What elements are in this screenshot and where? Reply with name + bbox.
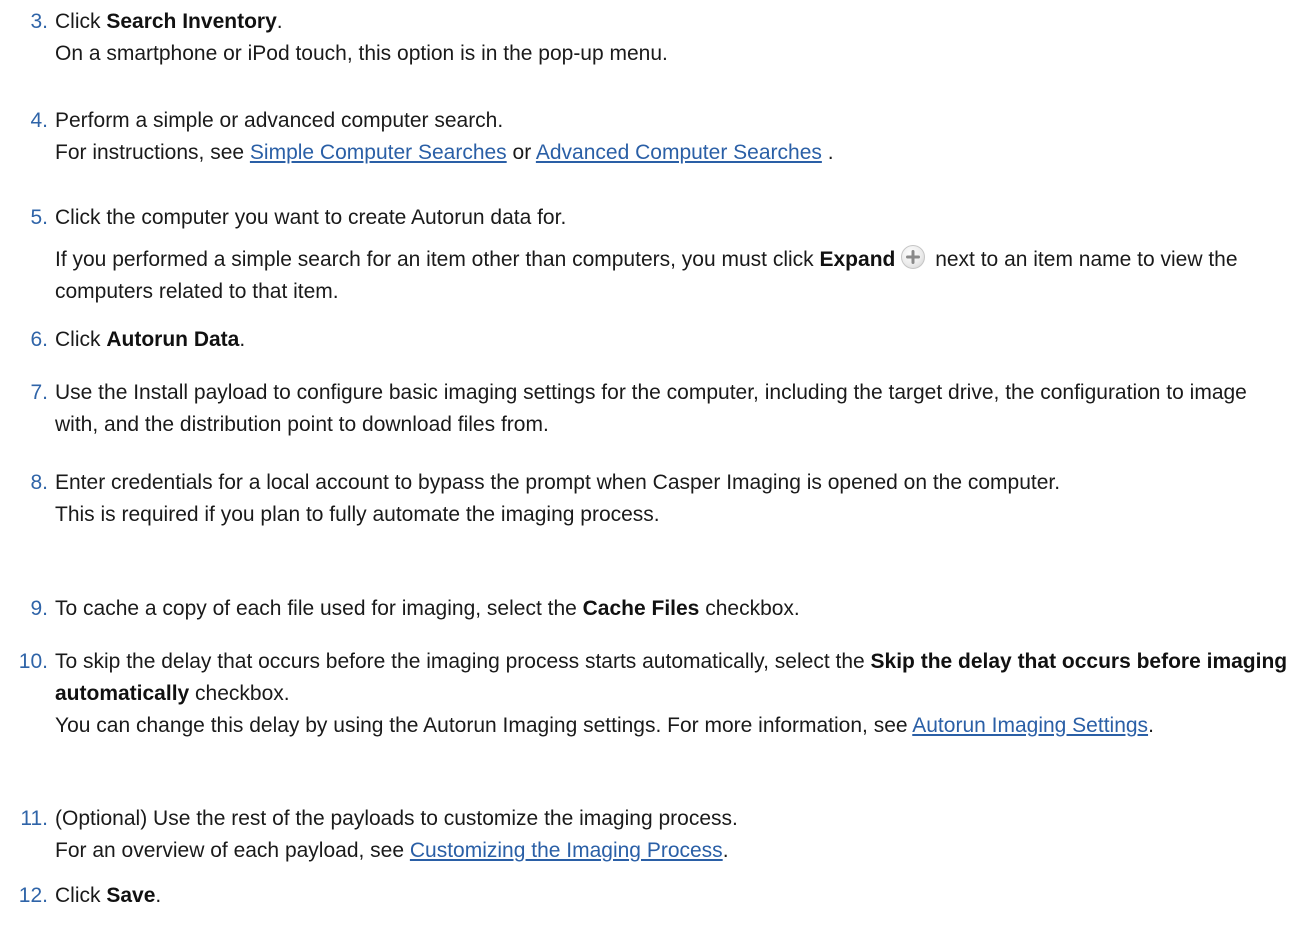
ui-term-search-inventory: Search Inventory (106, 10, 277, 33)
step-number: 9. (30, 597, 48, 620)
step-body: Click the computer you want to create Au… (55, 202, 1295, 308)
step-instruction: Click the computer you want to create Au… (55, 206, 567, 229)
step-10: 10. To skip the delay that occurs before… (0, 646, 1304, 742)
step-body: Perform a simple or advanced computer se… (55, 105, 1295, 169)
step-5: 5. Click the computer you want to create… (0, 202, 1304, 308)
step-instruction: Click Search Inventory. (55, 10, 283, 33)
link-autorun-imaging-settings[interactable]: Autorun Imaging Settings (912, 714, 1148, 737)
step-instruction: Enter credentials for a local account to… (55, 471, 1061, 494)
step-body: Enter credentials for a local account to… (55, 467, 1295, 531)
step-instruction: Click Save. (55, 884, 162, 907)
step-note: You can change this delay by using the A… (55, 714, 1154, 737)
step-9: 9. To cache a copy of each file used for… (0, 593, 1304, 625)
step-body: To skip the delay that occurs before the… (55, 646, 1295, 742)
link-advanced-computer-searches[interactable]: Advanced Computer Searches (536, 141, 822, 164)
step-instruction: To cache a copy of each file used for im… (55, 597, 800, 620)
step-number: 5. (30, 206, 48, 229)
step-instruction: To skip the delay that occurs before the… (55, 650, 1288, 705)
step-note: If you performed a simple search for an … (55, 244, 1295, 308)
ui-term-save: Save (106, 884, 156, 907)
step-instruction: Click Autorun Data. (55, 328, 246, 351)
step-note: For an overview of each payload, see Cus… (55, 839, 729, 862)
step-instruction: (Optional) Use the rest of the payloads … (55, 807, 738, 830)
step-number: 10. (18, 650, 48, 673)
step-number: 8. (30, 471, 48, 494)
step-12: 12. Click Save. (0, 880, 1304, 912)
step-body: Click Search Inventory. On a smartphone … (55, 6, 1295, 70)
step-note: This is required if you plan to fully au… (55, 503, 660, 526)
ui-term-cache-files: Cache Files (582, 597, 700, 620)
step-4: 4. Perform a simple or advanced computer… (0, 105, 1304, 169)
step-7: 7. Use the Install payload to configure … (0, 377, 1304, 441)
step-body: Click Save. (55, 880, 1295, 912)
link-simple-computer-searches[interactable]: Simple Computer Searches (250, 141, 507, 164)
step-number: 6. (30, 328, 48, 351)
step-6: 6. Click Autorun Data. (0, 324, 1304, 356)
step-8: 8. Enter credentials for a local account… (0, 467, 1304, 531)
plus-circle-icon (901, 245, 926, 269)
step-body: To cache a copy of each file used for im… (55, 593, 1295, 625)
step-body: Use the Install payload to configure bas… (55, 377, 1295, 441)
step-body: Click Autorun Data. (55, 324, 1295, 356)
step-instruction: Use the Install payload to configure bas… (55, 381, 1247, 436)
step-instruction: Perform a simple or advanced computer se… (55, 109, 504, 132)
step-number: 4. (30, 109, 48, 132)
step-number: 7. (30, 381, 48, 404)
document-page: 3. Click Search Inventory. On a smartpho… (0, 0, 1304, 927)
step-number: 12. (18, 884, 48, 907)
link-customizing-imaging-process[interactable]: Customizing the Imaging Process (410, 839, 723, 862)
step-number: 11. (20, 807, 48, 830)
ui-term-autorun-data: Autorun Data (106, 328, 240, 351)
step-11: 11. (Optional) Use the rest of the paylo… (0, 803, 1304, 867)
step-number: 3. (30, 10, 48, 33)
ui-term-expand: Expand (819, 248, 896, 271)
step-3: 3. Click Search Inventory. On a smartpho… (0, 6, 1304, 70)
step-body: (Optional) Use the rest of the payloads … (55, 803, 1295, 867)
step-note: On a smartphone or iPod touch, this opti… (55, 42, 668, 65)
step-note: For instructions, see Simple Computer Se… (55, 141, 834, 164)
